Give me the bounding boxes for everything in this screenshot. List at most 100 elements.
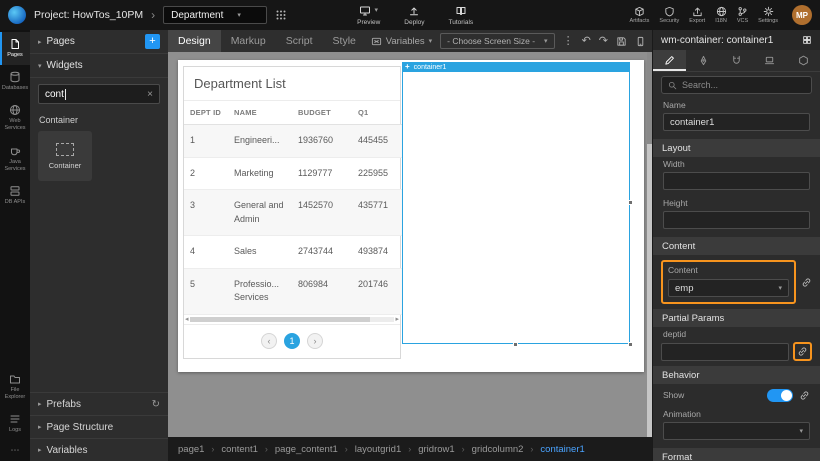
property-search-input[interactable]: Search... <box>661 76 812 94</box>
add-page-button[interactable]: + <box>145 34 160 49</box>
tab-device[interactable] <box>753 50 786 71</box>
tab-styles[interactable] <box>686 50 719 71</box>
breadcrumb-item-current[interactable]: container1 <box>540 444 584 455</box>
content-select[interactable]: emp ▾ <box>668 279 789 297</box>
container-widget-tile[interactable]: Container <box>38 131 92 181</box>
variables-section-header[interactable]: ▸ Variables <box>30 438 168 461</box>
scroll-left-icon[interactable]: ◂ <box>185 315 189 323</box>
horizontal-scrollbar[interactable]: ◂ ▸ <box>184 315 400 324</box>
chevron-right-icon: › <box>408 444 411 454</box>
container-body[interactable] <box>402 72 630 344</box>
web-services-globe-icon <box>9 104 21 116</box>
pager-prev-button[interactable]: ‹ <box>261 333 277 349</box>
vcs-button[interactable]: VCS <box>737 6 748 24</box>
i18n-button[interactable]: I18N <box>715 6 727 24</box>
col-header[interactable]: Q1 <box>352 101 402 125</box>
user-avatar[interactable]: MP <box>792 5 812 25</box>
rail-item-pages[interactable]: Pages <box>0 32 30 65</box>
rail-item-file-explorer[interactable]: File Explorer <box>0 367 30 407</box>
preview-monitor-icon <box>359 5 371 17</box>
prefabs-section-header[interactable]: ▸ Prefabs ↻ <box>30 392 168 415</box>
design-canvas[interactable]: Department List DEPT ID NAME BUDGET Q1 <box>168 52 652 437</box>
page-artboard[interactable]: Department List DEPT ID NAME BUDGET Q1 <box>178 60 644 372</box>
tab-properties[interactable] <box>653 50 686 71</box>
apps-grid-icon[interactable] <box>275 9 287 21</box>
height-input[interactable] <box>663 211 810 229</box>
table-row[interactable]: 1 Engineeri... 1936760 445455 <box>184 125 402 158</box>
settings-button[interactable]: Settings <box>758 6 778 24</box>
rail-item-web-services[interactable]: Web Services <box>0 98 30 138</box>
name-input[interactable]: container1 <box>663 113 810 131</box>
col-header[interactable]: DEPT ID <box>184 101 228 125</box>
rail-item-databases[interactable]: Databases <box>0 65 30 98</box>
table-row[interactable]: 5 Professio... Services 806984 201746 <box>184 268 402 314</box>
tab-security[interactable] <box>787 50 820 71</box>
tab-style[interactable]: Style <box>323 30 366 52</box>
breadcrumb-item[interactable]: page1 <box>178 444 204 455</box>
export-button[interactable]: Export <box>689 6 705 24</box>
show-toggle[interactable] <box>767 389 793 402</box>
table-row[interactable]: 4 Sales 2743744 493874 <box>184 236 402 269</box>
animation-select[interactable]: ▾ <box>663 422 810 440</box>
show-bind-icon[interactable] <box>799 390 810 401</box>
department-table-widget[interactable]: Department List DEPT ID NAME BUDGET Q1 <box>183 66 401 359</box>
save-icon[interactable] <box>616 36 627 47</box>
widget-search-input[interactable]: cont × <box>38 84 160 104</box>
clear-search-icon[interactable]: × <box>147 89 153 100</box>
deploy-button[interactable]: Deploy <box>404 5 424 26</box>
table-row[interactable]: 2 Marketing 1129777 225955 <box>184 157 402 190</box>
tutorials-button[interactable]: Tutorials <box>449 5 474 26</box>
security-button[interactable]: Security <box>659 6 679 24</box>
app-logo[interactable] <box>8 6 26 24</box>
pager-page-1-button[interactable]: 1 <box>284 333 300 349</box>
resize-handle-right[interactable] <box>628 200 633 205</box>
tab-script[interactable]: Script <box>276 30 323 52</box>
breadcrumb-item[interactable]: layoutgrid1 <box>355 444 401 455</box>
selected-container-widget[interactable]: + container1 <box>402 62 630 344</box>
refresh-icon[interactable]: ↻ <box>152 399 160 410</box>
page-structure-section-header[interactable]: ▸ Page Structure <box>30 415 168 438</box>
rail-item-logs[interactable]: Logs <box>0 407 30 440</box>
content-bind-icon[interactable] <box>801 277 812 288</box>
artifacts-button[interactable]: Artifacts <box>630 6 650 24</box>
deptid-bind-button[interactable] <box>793 342 812 361</box>
breadcrumb-item[interactable]: content1 <box>221 444 257 455</box>
panel-grid-icon[interactable] <box>802 35 812 45</box>
tab-events[interactable] <box>720 50 753 71</box>
deptid-input[interactable] <box>661 343 789 361</box>
device-preview-icon[interactable] <box>635 36 646 47</box>
preview-button[interactable]: ▾ Preview <box>357 5 380 26</box>
rail-item-java-services[interactable]: Java Services <box>0 139 30 179</box>
canvas-vertical-scrollbar[interactable] <box>647 52 652 437</box>
tab-markup[interactable]: Markup <box>221 30 276 52</box>
breadcrumb-item[interactable]: page_content1 <box>275 444 338 455</box>
pages-icon <box>9 38 21 50</box>
breadcrumb-item[interactable]: gridcolumn2 <box>472 444 524 455</box>
variables-dropdown[interactable]: Variables ▾ <box>371 36 432 47</box>
rail-more-icon[interactable]: ⋯ <box>0 440 30 461</box>
undo-icon[interactable]: ↶ <box>582 36 591 47</box>
screen-size-dropdown[interactable]: - Choose Screen Size - ▾ <box>440 33 554 49</box>
widget-category-label: Container <box>30 110 168 127</box>
col-header[interactable]: NAME <box>228 101 292 125</box>
resize-handle-bottom[interactable] <box>513 342 518 347</box>
chevron-right-icon: › <box>151 9 155 21</box>
scrollbar-thumb[interactable] <box>190 317 370 322</box>
width-input[interactable] <box>663 172 810 190</box>
pager-next-button[interactable]: › <box>307 333 323 349</box>
resize-handle-corner[interactable] <box>628 342 633 347</box>
rail-item-db-apis[interactable]: DB APIs <box>0 179 30 212</box>
col-header[interactable]: BUDGET <box>292 101 352 125</box>
breadcrumb-item[interactable]: gridrow1 <box>418 444 454 455</box>
top-bar: Project: HowTos_10PM › Department ▾ ▾ Pr… <box>0 0 820 30</box>
scroll-right-icon[interactable]: ▸ <box>395 315 399 323</box>
scrollbar-thumb[interactable] <box>647 52 652 144</box>
redo-icon[interactable]: ↷ <box>599 36 608 47</box>
more-menu-icon[interactable]: ⋮ <box>563 36 574 47</box>
widgets-section-header[interactable]: ▾ Widgets <box>30 54 168 78</box>
page-selector[interactable]: Department ▾ <box>163 6 267 24</box>
pages-section-header[interactable]: ▸ Pages + <box>30 30 168 54</box>
tab-design[interactable]: Design <box>168 30 221 52</box>
selection-tag[interactable]: + container1 <box>402 62 630 72</box>
table-row[interactable]: 3 General and Admin 1452570 435771 <box>184 190 402 236</box>
